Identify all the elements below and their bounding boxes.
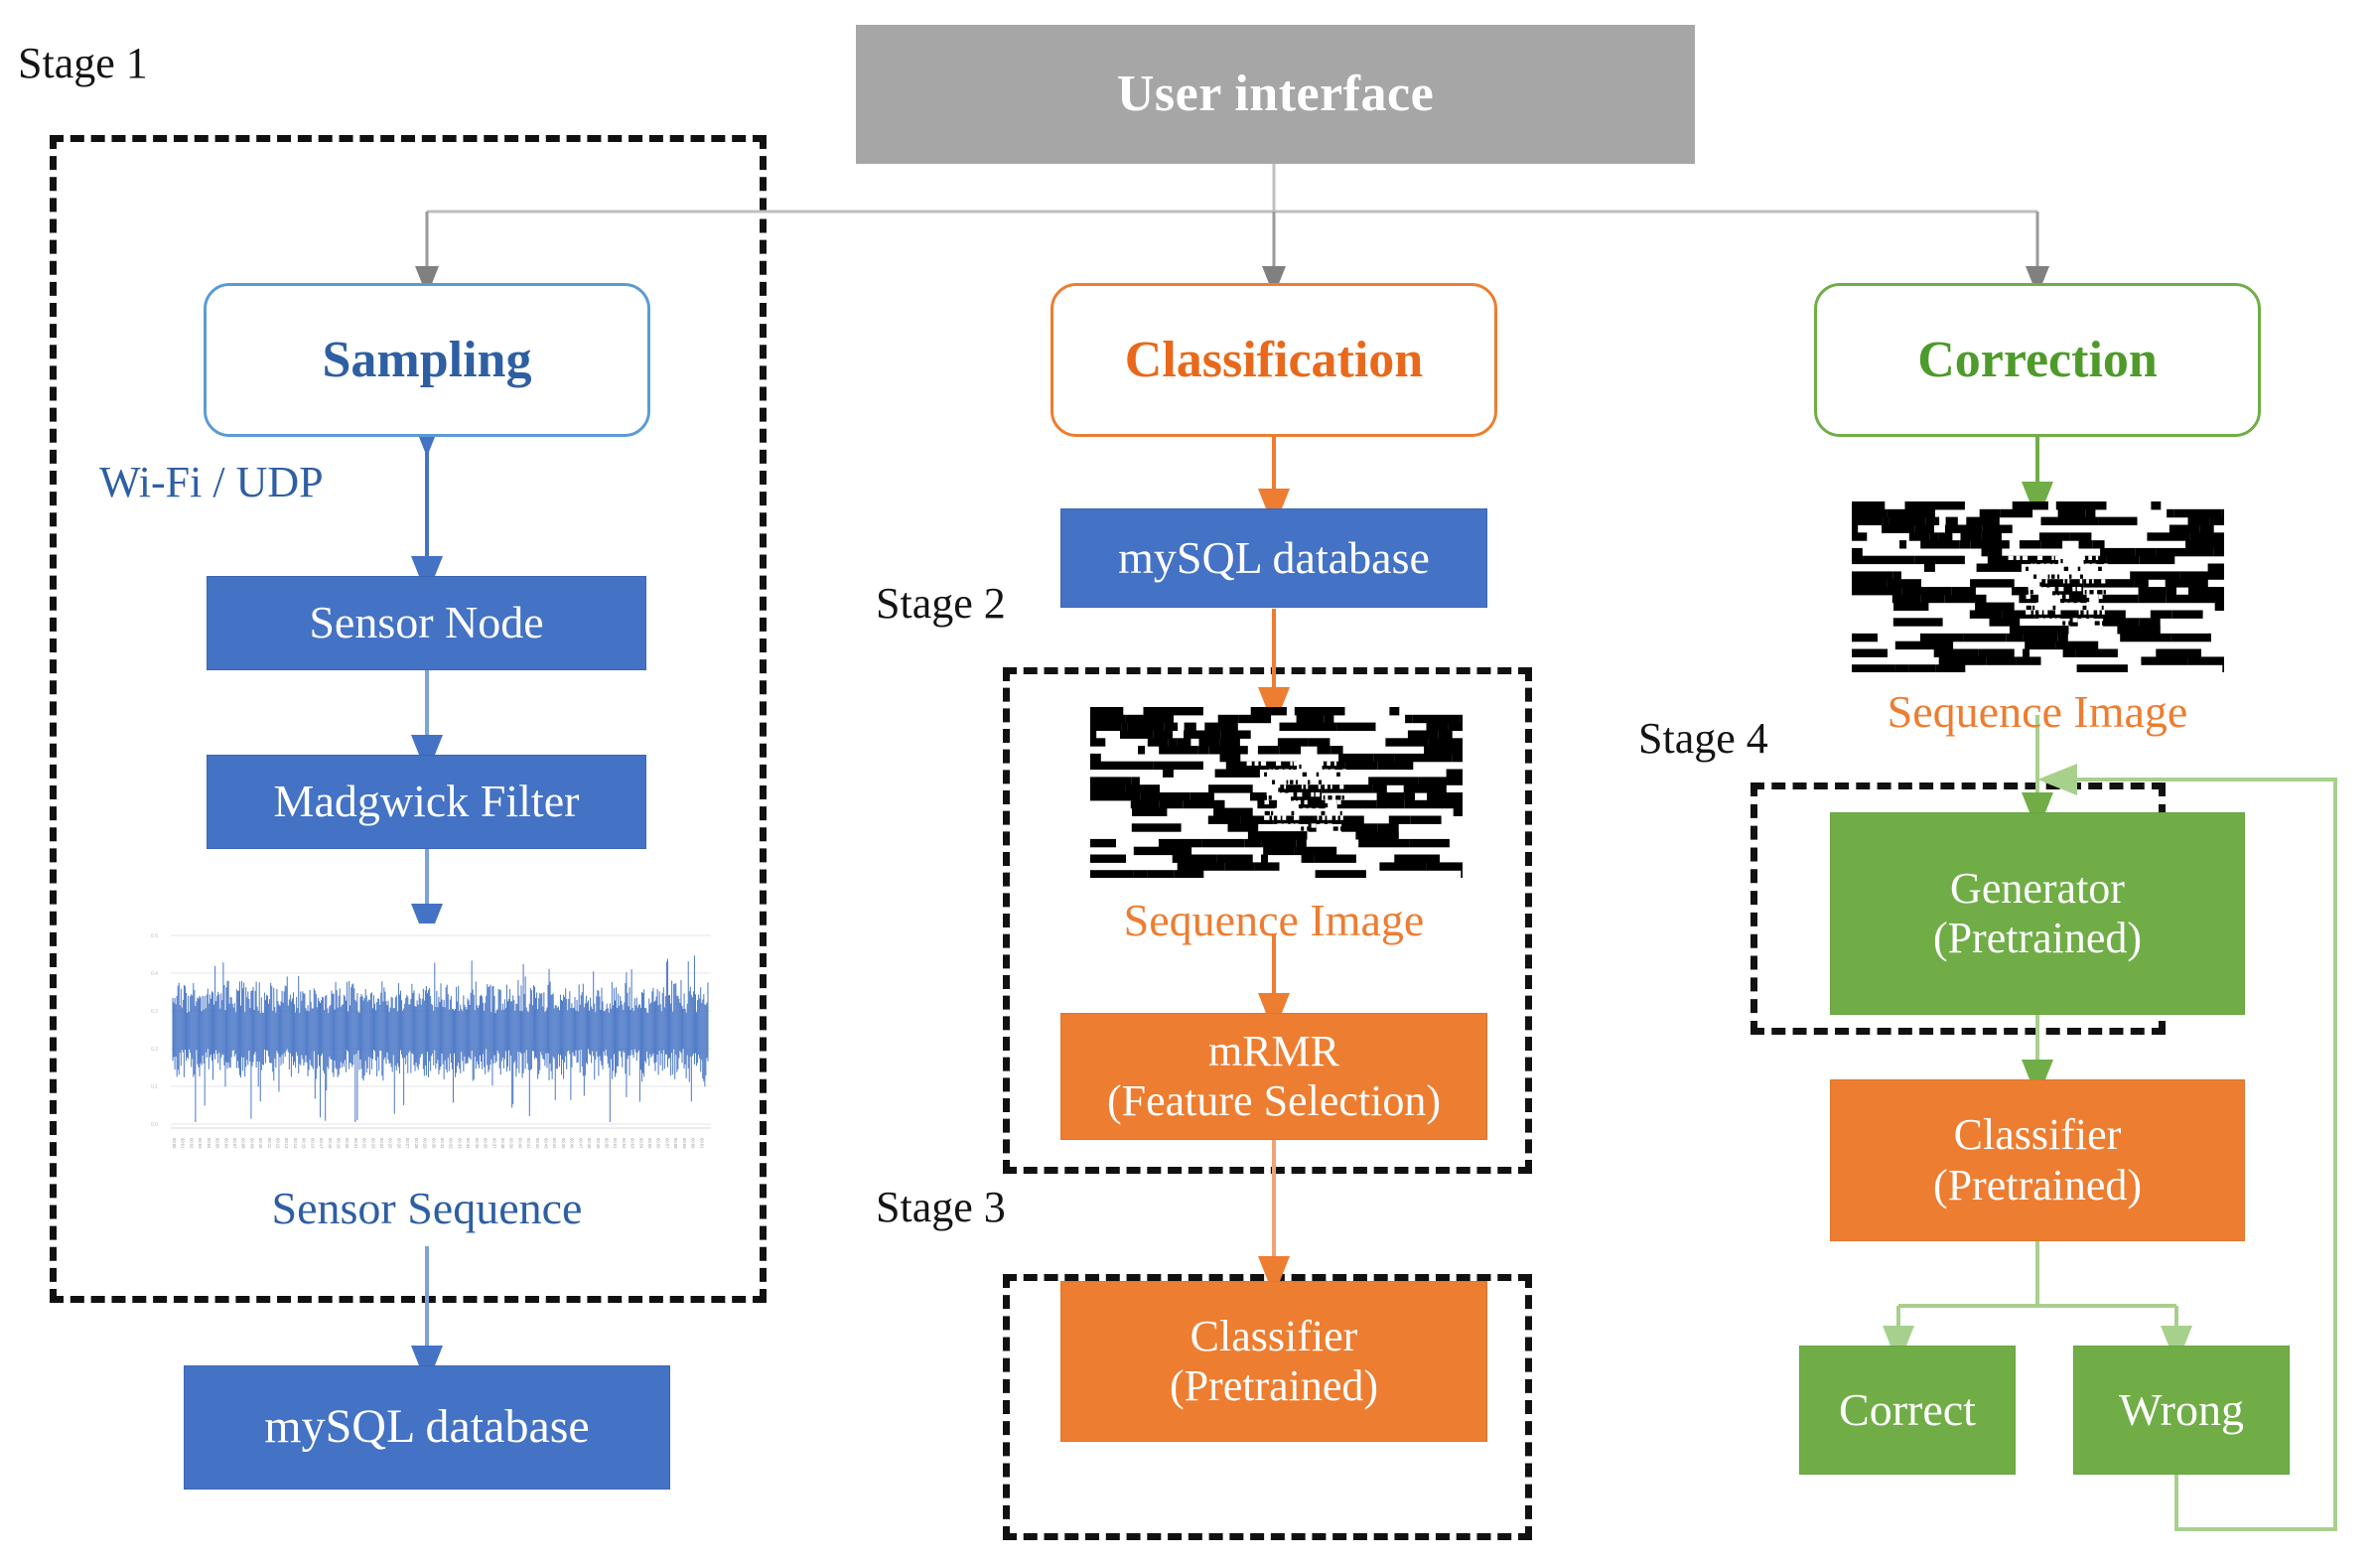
svg-text:00:38: 00:38 [500,1138,505,1149]
sequence-image-right-caption: Sequence Image [1887,686,2188,737]
generator-box[interactable]: Generator (Pretrained) [1830,812,2245,1015]
svg-text:00:15: 00:15 [302,1138,307,1149]
svg-text:00:37: 00:37 [491,1138,496,1149]
svg-text:0.5: 0.5 [151,933,158,939]
svg-text:00:48: 00:48 [587,1138,592,1149]
sampling-header-node[interactable]: Sampling [204,283,650,437]
sequence-image-right [1852,501,2224,672]
svg-text:00:19: 00:19 [337,1138,342,1149]
mysql-database-left-box[interactable]: mySQL database [184,1365,670,1490]
svg-text:00:07: 00:07 [232,1138,237,1149]
svg-text:00:35: 00:35 [475,1138,480,1149]
svg-text:00:11: 00:11 [267,1138,272,1149]
svg-text:00:18: 00:18 [328,1138,333,1149]
classifier-stage4-subtitle: (Pretrained) [1932,1160,2143,1209]
svg-text:00:13: 00:13 [284,1138,289,1149]
generator-title: Generator [1950,863,2125,913]
svg-text:00:59: 00:59 [682,1138,687,1149]
sensor-signal-plot: 0.5 0.4 0.3 0.2 0.1 0.0 00:00 00:01 00:02 0… [139,924,715,1167]
svg-text:00:20: 00:20 [345,1138,350,1149]
svg-text:00:16: 00:16 [310,1138,315,1149]
svg-text:00:43: 00:43 [544,1138,549,1149]
classifier-stage3-title: Classifier [1190,1311,1358,1360]
svg-text:00:41: 00:41 [526,1138,531,1149]
mrmr-title: mRMR [1207,1026,1340,1075]
svg-text:0.1: 0.1 [151,1084,158,1090]
svg-text:00:09: 00:09 [249,1138,254,1149]
svg-text:00:55: 00:55 [647,1138,652,1149]
svg-text:00:57: 00:57 [665,1138,670,1149]
mysql-database-mid-box[interactable]: mySQL database [1060,508,1487,608]
svg-text:00:53: 00:53 [630,1138,635,1149]
classifier-stage3-box[interactable]: Classifier (Pretrained) [1060,1281,1487,1442]
svg-text:00:51: 00:51 [613,1138,618,1149]
classification-header-node[interactable]: Classification [1050,283,1497,437]
madgwick-filter-box[interactable]: Madgwick Filter [207,755,646,849]
classifier-stage4-box[interactable]: Classifier (Pretrained) [1830,1079,2245,1241]
sensor-node-box[interactable]: Sensor Node [207,576,646,670]
svg-text:00:28: 00:28 [414,1138,419,1149]
svg-text:00:56: 00:56 [656,1138,661,1149]
wifi-udp-caption: Wi-Fi / UDP [99,458,324,506]
svg-text:00:47: 00:47 [578,1138,583,1149]
svg-text:00:22: 00:22 [362,1138,367,1149]
svg-text:00:36: 00:36 [484,1138,489,1149]
svg-text:00:01: 00:01 [181,1138,186,1149]
svg-text:00:44: 00:44 [552,1138,557,1149]
svg-text:0.3: 0.3 [151,1009,158,1015]
svg-text:00:24: 00:24 [379,1138,384,1149]
svg-text:00:23: 00:23 [370,1138,375,1149]
svg-text:00:08: 00:08 [241,1138,246,1149]
svg-text:00:17: 00:17 [319,1138,324,1149]
svg-text:00:49: 00:49 [596,1138,601,1149]
user-interface-bar[interactable]: User interface [856,25,1695,164]
classifier-stage4-title: Classifier [1953,1110,2122,1160]
svg-text:00:10: 00:10 [258,1138,263,1149]
svg-text:00:46: 00:46 [570,1138,575,1149]
svg-text:00:26: 00:26 [397,1138,402,1149]
svg-text:00:58: 00:58 [673,1138,678,1149]
sequence-image-mid-caption: Sequence Image [1123,895,1425,945]
flowchart-diagram: Stage 1 Stage 2 Stage 3 Stage 4 User int… [0,0,2380,1564]
svg-text:00:00: 00:00 [172,1138,177,1149]
svg-text:00:12: 00:12 [276,1138,281,1149]
svg-text:00:33: 00:33 [457,1138,462,1149]
mrmr-box[interactable]: mRMR (Feature Selection) [1060,1013,1487,1140]
svg-text:00:27: 00:27 [405,1138,410,1149]
svg-text:00:05: 00:05 [215,1138,220,1149]
svg-text:00:03: 00:03 [198,1138,203,1149]
svg-text:00:30: 00:30 [431,1138,436,1149]
classifier-stage3-subtitle: (Pretrained) [1169,1361,1379,1410]
mrmr-subtitle: (Feature Selection) [1107,1076,1441,1125]
svg-text:00:34: 00:34 [466,1138,471,1149]
svg-text:00:45: 00:45 [561,1138,566,1149]
svg-text:0.2: 0.2 [151,1047,158,1053]
correction-header-node[interactable]: Correction [1814,283,2261,437]
svg-text:00:52: 00:52 [622,1138,627,1149]
svg-text:00:06: 00:06 [223,1138,228,1149]
svg-text:00:29: 00:29 [423,1138,428,1149]
svg-text:00:01: 00:01 [699,1138,704,1149]
svg-text:00:00: 00:00 [691,1138,696,1149]
ui-bus-connectors [415,164,2049,296]
svg-text:0.4: 0.4 [151,971,158,977]
svg-text:00:21: 00:21 [353,1138,358,1149]
svg-text:00:14: 00:14 [293,1138,298,1149]
svg-text:00:25: 00:25 [388,1138,393,1149]
svg-text:00:54: 00:54 [638,1138,643,1149]
svg-text:00:04: 00:04 [207,1138,211,1149]
svg-text:0.0: 0.0 [151,1122,158,1128]
wrong-box[interactable]: Wrong [2073,1346,2290,1475]
svg-text:00:42: 00:42 [535,1138,540,1149]
svg-text:00:50: 00:50 [605,1138,610,1149]
svg-text:00:02: 00:02 [189,1138,194,1149]
sequence-image-mid [1090,707,1463,878]
svg-text:00:40: 00:40 [517,1138,522,1149]
sensor-sequence-caption: Sensor Sequence [271,1183,583,1233]
generator-subtitle: (Pretrained) [1932,914,2143,962]
correct-box[interactable]: Correct [1799,1346,2016,1475]
svg-text:00:39: 00:39 [509,1138,514,1149]
svg-text:00:31: 00:31 [440,1138,445,1149]
svg-text:00:32: 00:32 [449,1138,454,1149]
